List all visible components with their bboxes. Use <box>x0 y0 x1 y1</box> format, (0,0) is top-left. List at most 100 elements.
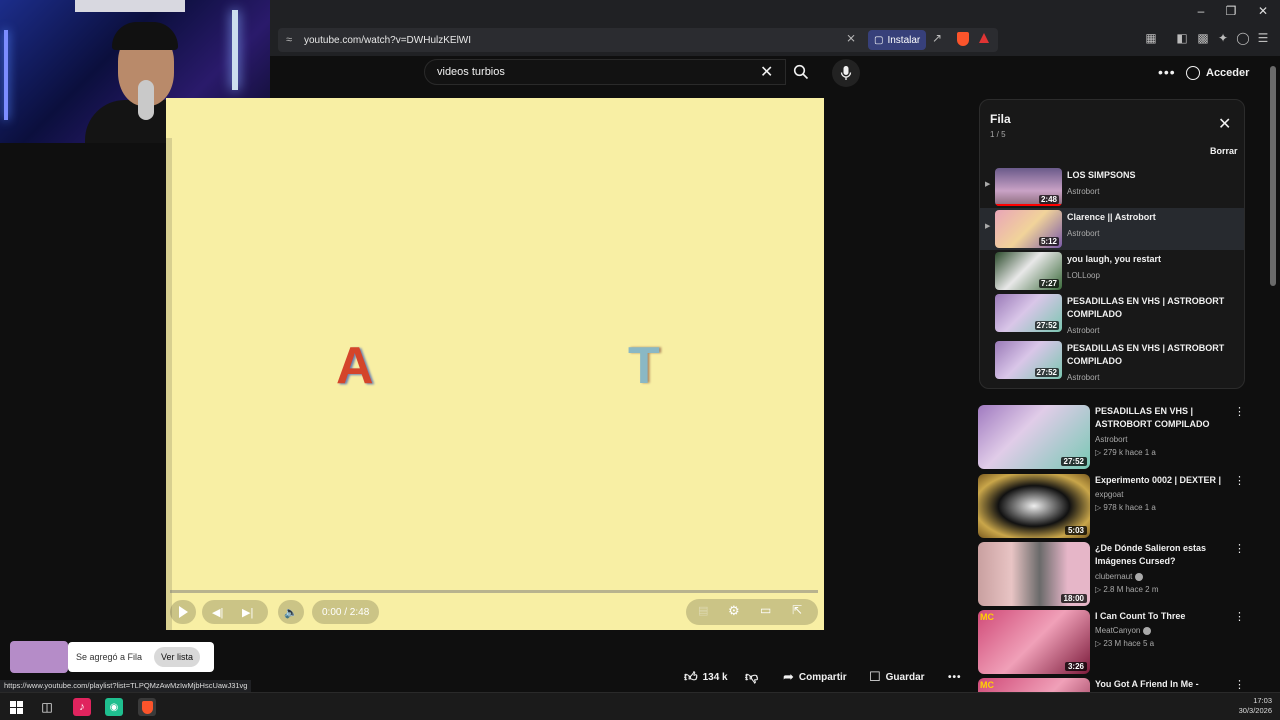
more-actions-button[interactable]: ••• <box>948 665 962 689</box>
queue-thumbnail[interactable]: 2:48 <box>995 168 1062 206</box>
recommendation-title[interactable]: PESADILLAS EN VHS | ASTROBORT COMPILADO <box>1095 405 1227 431</box>
queue-item-channel[interactable]: Astrobort <box>1067 187 1099 196</box>
recommendation-menu-icon[interactable]: ⋮ <box>1234 474 1245 487</box>
captions-icon[interactable]: ▤ <box>698 604 708 617</box>
prev-next-group: ◀‎| ▶| <box>202 600 268 624</box>
theater-mode-icon[interactable]: ▭ <box>760 603 771 617</box>
wallet-icon[interactable]: ▩ <box>1194 31 1212 45</box>
settings-gear-icon[interactable]: ⚙ <box>728 603 740 619</box>
like-button[interactable]: 👍︎ 134 k <box>684 665 728 689</box>
scrollbar-thumb[interactable] <box>1270 66 1276 286</box>
streaming-app-icon[interactable]: ◉ <box>105 698 123 716</box>
next-icon[interactable]: ▶| <box>242 606 253 619</box>
sidebar-icon[interactable]: ◧ <box>1173 31 1191 45</box>
queue-item-title[interactable]: Clarence || Astrobort <box>1067 211 1237 224</box>
more-options-icon[interactable]: ••• <box>1158 64 1176 80</box>
queue-item-channel[interactable]: Astrobort <box>1067 373 1099 382</box>
brave-rewards-icon[interactable] <box>979 33 989 43</box>
queue-item-current[interactable]: ▶ 5:12 Clarence || Astrobort Astrobort <box>980 208 1244 250</box>
minimize-icon[interactable]: – <box>1186 4 1216 18</box>
search-input[interactable] <box>437 66 757 78</box>
brave-shield-icon[interactable] <box>957 32 969 46</box>
vpn-icon[interactable]: ◯ <box>1234 31 1252 45</box>
queue-thumbnail[interactable]: 27:52 <box>995 294 1062 332</box>
search-button[interactable] <box>786 59 816 85</box>
recommendation-item[interactable]: MC 3:26 I Can Count To Three MeatCanyon … <box>978 610 1258 674</box>
video-player[interactable]: A T ◀‎| ▶| 🔈 0:00 / 2:48 ▤ ⚙ ▭ ⇱ <box>166 98 824 630</box>
queue-item-channel[interactable]: LOLLoop <box>1067 271 1100 280</box>
restore-icon[interactable]: ❐ <box>1216 4 1246 18</box>
reading-list-icon[interactable]: ▦ <box>1142 31 1160 45</box>
recommendation-thumbnail[interactable]: 5:03 <box>978 474 1090 538</box>
menu-icon[interactable]: ☰ <box>1254 31 1272 45</box>
queue-item[interactable]: 7:27 you laugh, you restart LOLLoop <box>980 250 1244 292</box>
save-button[interactable]: ☐ Guardar <box>869 665 925 689</box>
recommendation-item[interactable]: 5:03 Experimento 0002 | DEXTER | expgoat… <box>978 474 1258 538</box>
task-view-icon[interactable]: ◫ <box>38 698 56 716</box>
close-window-icon[interactable]: ✕ <box>1248 4 1278 18</box>
queue-item-title[interactable]: PESADILLAS EN VHS | ASTROBORT COMPILADO <box>1067 342 1237 368</box>
recommendation-item[interactable]: 18:00 ¿De Dónde Salieron estas Imágenes … <box>978 542 1258 606</box>
close-queue-icon[interactable]: ✕ <box>1218 114 1231 134</box>
mute-tab-icon[interactable]: ⨯ <box>846 31 856 45</box>
recommendation-duration: 18:00 <box>1060 594 1087 603</box>
share-button[interactable]: ➦ Compartir <box>783 665 847 689</box>
recommendation-thumbnail[interactable]: MC <box>978 678 1090 692</box>
clear-queue-button[interactable]: Borrar <box>1210 146 1238 156</box>
install-app-button[interactable]: ▢ Instalar <box>868 30 927 50</box>
dislike-button[interactable]: 👎︎ <box>745 665 758 689</box>
queue-thumbnail[interactable]: 27:52 <box>995 341 1062 379</box>
previous-icon[interactable]: ◀‎| <box>212 606 223 619</box>
brave-browser-icon[interactable] <box>138 698 156 716</box>
recommendation-channel[interactable]: clubernaut <box>1095 572 1132 581</box>
clear-search-icon[interactable]: ✕ <box>760 62 773 82</box>
tiktok-app-icon[interactable]: ♪ <box>73 698 91 716</box>
progress-bar[interactable] <box>170 590 818 593</box>
queue-item-title[interactable]: PESADILLAS EN VHS | ASTROBORT COMPILADO <box>1067 295 1237 321</box>
queue-thumbnail[interactable]: 7:27 <box>995 252 1062 290</box>
queue-item-title[interactable]: LOS SIMPSONS <box>1067 169 1237 182</box>
recommendation-item[interactable]: MC You Got A Friend In Me - ⋮ <box>978 678 1258 692</box>
queue-item-channel[interactable]: Astrobort <box>1067 326 1099 335</box>
webcam-microphone <box>138 80 154 120</box>
recommendation-menu-icon[interactable]: ⋮ <box>1234 542 1245 555</box>
video-frame-edge <box>166 138 172 630</box>
recommendation-item[interactable]: 27:52 PESADILLAS EN VHS | ASTROBORT COMP… <box>978 405 1258 469</box>
system-clock[interactable]: 17:03 30/3/2026 <box>1239 696 1272 716</box>
share-page-icon[interactable]: ↗ <box>932 31 942 45</box>
recommendation-title[interactable]: I Can Count To Three <box>1095 610 1227 623</box>
recommendation-channel[interactable]: expgoat <box>1095 490 1123 499</box>
queue-item[interactable]: ▶ 2:48 LOS SIMPSONS Astrobort <box>980 166 1244 208</box>
recommendation-title[interactable]: You Got A Friend In Me - <box>1095 678 1227 691</box>
recommendation-thumbnail[interactable]: 27:52 <box>978 405 1090 469</box>
recommendation-thumbnail[interactable]: 18:00 <box>978 542 1090 606</box>
recommendation-title[interactable]: Experimento 0002 | DEXTER | <box>1095 474 1227 487</box>
recommendation-channel[interactable]: Astrobort <box>1095 435 1127 444</box>
recommendation-menu-icon[interactable]: ⋮ <box>1234 678 1245 691</box>
search-box[interactable] <box>424 59 786 85</box>
queue-item[interactable]: 27:52 PESADILLAS EN VHS | ASTROBORT COMP… <box>980 339 1244 382</box>
signin-button[interactable]: Acceder <box>1186 61 1249 85</box>
volume-button[interactable]: 🔈 <box>278 600 304 624</box>
leo-ai-icon[interactable]: ✦ <box>1214 31 1232 45</box>
queue-item-channel[interactable]: Astrobort <box>1067 229 1099 238</box>
windows-start-icon[interactable] <box>7 698 25 716</box>
recommendation-menu-icon[interactable]: ⋮ <box>1234 610 1245 623</box>
voice-search-button[interactable] <box>832 59 860 87</box>
recommendation-channel-row[interactable]: clubernaut <box>1095 572 1144 581</box>
recommendation-channel[interactable]: MeatCanyon <box>1095 626 1140 635</box>
recommendation-title[interactable]: ¿De Dónde Salieron estas Imágenes Cursed… <box>1095 542 1227 568</box>
recommendation-channel-row[interactable]: MeatCanyon <box>1095 626 1152 635</box>
queue-item[interactable]: 27:52 PESADILLAS EN VHS | ASTROBORT COMP… <box>980 292 1244 335</box>
recommendation-menu-icon[interactable]: ⋮ <box>1234 405 1245 418</box>
recommendation-thumbnail[interactable]: MC 3:26 <box>978 610 1090 674</box>
play-button[interactable] <box>170 600 196 624</box>
queue-count: 1 / 5 <box>990 130 1006 139</box>
channel-logo-badge: MC <box>980 612 994 622</box>
site-settings-icon[interactable]: ≈ <box>278 34 300 46</box>
toast-thumbnail <box>10 641 68 673</box>
queue-item-title[interactable]: you laugh, you restart <box>1067 253 1237 266</box>
queue-thumbnail[interactable]: 5:12 <box>995 210 1062 248</box>
view-list-button[interactable]: Ver lista <box>154 647 201 667</box>
fullscreen-icon[interactable]: ⇱ <box>792 603 802 617</box>
